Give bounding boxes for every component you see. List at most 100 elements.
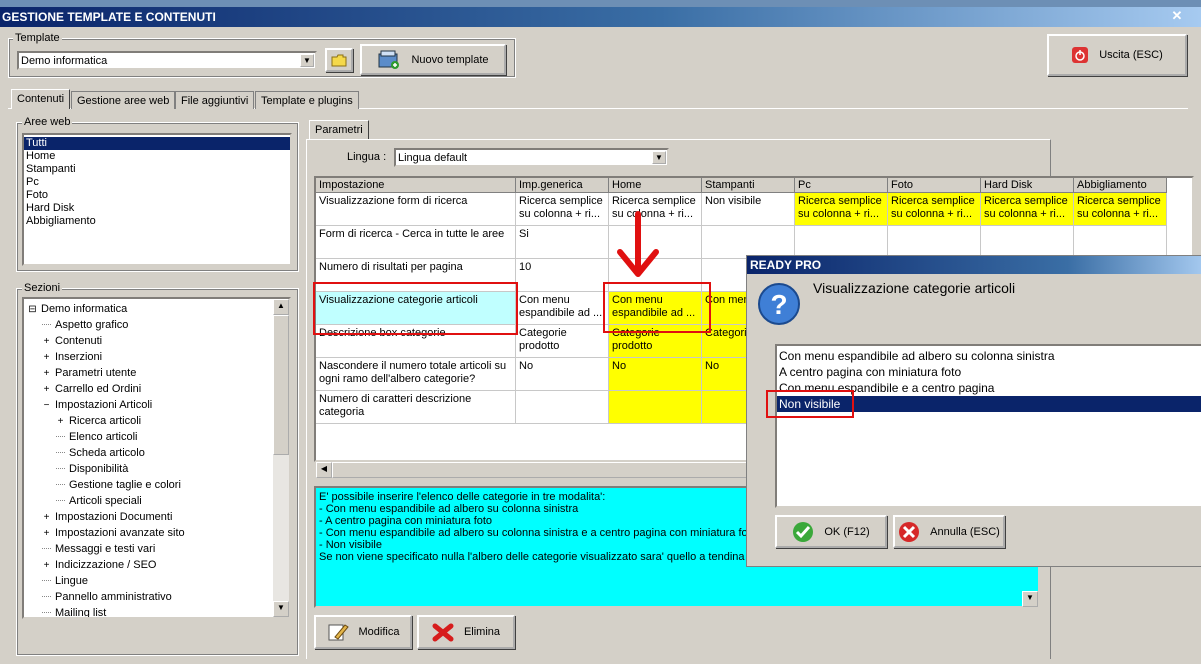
collapse-icon[interactable] xyxy=(56,477,65,485)
collapse-icon[interactable]: − xyxy=(42,398,51,414)
tree-item[interactable]: Articoli speciali xyxy=(56,493,142,509)
new-template-button[interactable]: Nuovo template xyxy=(360,44,506,75)
tab-contenuti[interactable]: Contenuti xyxy=(11,89,71,109)
grid-value-cell[interactable]: Ricerca semplice su colonna + ri... xyxy=(1074,193,1167,226)
column-header[interactable]: Imp.generica xyxy=(516,178,609,193)
expand-icon[interactable]: + xyxy=(42,510,51,526)
tree-item[interactable]: Aspetto grafico xyxy=(42,317,128,333)
dialog-options-list[interactable]: Con menu espandibile ad albero su colonn… xyxy=(775,344,1201,508)
tree-item[interactable]: Scheda articolo xyxy=(56,445,145,461)
grid-value-cell[interactable]: 10 xyxy=(516,259,609,292)
grid-setting-cell[interactable]: Visualizzazione form di ricerca xyxy=(316,193,516,226)
expand-icon[interactable]: + xyxy=(42,526,51,542)
grid-value-cell[interactable]: Categorie prodotto xyxy=(516,325,609,358)
grid-value-cell[interactable]: Con menu espandibile ad ... xyxy=(516,292,609,325)
tree-item[interactable]: + Impostazioni avanzate sito xyxy=(42,525,185,541)
grid-value-cell[interactable]: No xyxy=(609,358,702,391)
collapse-icon[interactable] xyxy=(56,429,65,437)
modifica-button[interactable]: Modifica xyxy=(314,615,412,649)
ok-button[interactable]: OK (F12) xyxy=(775,515,887,548)
grid-setting-cell[interactable]: Numero di caratteri descrizione categori… xyxy=(316,391,516,424)
aree-web-item[interactable]: Hard Disk xyxy=(24,202,290,215)
grid-value-cell[interactable]: Non visibile xyxy=(702,193,795,226)
tree-scrollbar[interactable]: ▲ ▼ xyxy=(273,299,289,617)
expand-icon[interactable]: + xyxy=(42,350,51,366)
tree-item[interactable]: ⊟ Demo informatica xyxy=(28,301,127,317)
chevron-down-icon[interactable]: ▼ xyxy=(300,54,314,67)
tree-item[interactable]: + Carrello ed Ordini xyxy=(42,381,142,398)
grid-value-cell[interactable]: Ricerca semplice su colonna + ri... xyxy=(516,193,609,226)
tree-item[interactable]: + Ricerca articoli xyxy=(56,413,142,430)
grid-value-cell[interactable]: Ricerca semplice su colonna + ri... xyxy=(888,193,981,226)
grid-value-cell[interactable] xyxy=(609,391,702,424)
expand-icon[interactable]: + xyxy=(56,414,65,430)
tab-gestione-aree-web[interactable]: Gestione aree web xyxy=(71,91,176,109)
column-header[interactable]: Pc xyxy=(795,178,888,193)
collapse-icon[interactable] xyxy=(56,461,65,469)
collapse-icon[interactable] xyxy=(42,317,51,325)
cancel-button[interactable]: Annulla (ESC) xyxy=(893,515,1005,548)
column-header[interactable]: Home xyxy=(609,178,702,193)
sezioni-tree[interactable]: ▲ ▼ ⊟ Demo informatica Aspetto grafico + Con… xyxy=(22,297,291,619)
tree-item[interactable]: + Impostazioni Documenti xyxy=(42,509,173,526)
hscroll-thumb[interactable] xyxy=(332,462,752,478)
lingua-select[interactable]: Lingua default ▼ xyxy=(394,148,669,167)
expand-icon[interactable]: + xyxy=(42,334,51,350)
grid-value-cell[interactable]: Si xyxy=(516,226,609,259)
grid-value-cell[interactable]: Ricerca semplice su colonna + ri... xyxy=(981,193,1074,226)
column-header[interactable]: Stampanti xyxy=(702,178,795,193)
exit-button[interactable]: Uscita (ESC) xyxy=(1047,34,1187,76)
tab-template-plugins[interactable]: Template e plugins xyxy=(255,91,359,109)
aree-web-list[interactable]: Tutti Home Stampanti Pc Foto Hard Disk Abbigli… xyxy=(22,133,292,266)
tab-file-aggiuntivi[interactable]: File aggiuntivi xyxy=(175,91,255,109)
aree-web-item[interactable]: Pc xyxy=(24,176,290,189)
template-select[interactable]: Demo informatica ▼ xyxy=(17,51,317,70)
tree-item[interactable]: + Indicizzazione / SEO xyxy=(42,557,157,573)
column-header[interactable]: Hard Disk xyxy=(981,178,1074,193)
tree-item[interactable]: Messaggi e testi vari xyxy=(42,541,155,557)
scroll-left-icon[interactable]: ◀ xyxy=(316,462,332,478)
expand-icon[interactable]: + xyxy=(42,366,51,382)
tree-item[interactable]: Lingue xyxy=(42,573,88,589)
open-folder-button[interactable] xyxy=(325,48,353,72)
tree-item[interactable]: Elenco articoli xyxy=(56,429,137,445)
aree-web-item[interactable]: Abbigliamento xyxy=(24,215,290,228)
collapse-icon[interactable]: ⊟ xyxy=(28,302,37,318)
tree-item[interactable]: Pannello amministrativo xyxy=(42,589,172,605)
description-scroll-down-icon[interactable]: ▼ xyxy=(1022,591,1038,607)
grid-value-cell[interactable] xyxy=(516,391,609,424)
dialog-option[interactable]: Con menu espandibile ad albero su colonn… xyxy=(777,348,1201,364)
collapse-icon[interactable] xyxy=(42,541,51,549)
dialog-option[interactable]: A centro pagina con miniatura foto xyxy=(777,364,1201,380)
tree-item[interactable]: + Inserzioni xyxy=(42,349,103,366)
scroll-up-icon[interactable]: ▲ xyxy=(273,299,289,315)
chevron-down-icon[interactable]: ▼ xyxy=(652,151,666,164)
tree-item[interactable]: + Parametri utente xyxy=(42,365,137,382)
column-header[interactable]: Abbigliamento xyxy=(1074,178,1167,193)
aree-web-item[interactable]: Stampanti xyxy=(24,163,290,176)
grid-setting-cell[interactable]: Form di ricerca - Cerca in tutte le aree xyxy=(316,226,516,259)
elimina-button[interactable]: Elimina xyxy=(417,615,515,649)
aree-web-item[interactable]: Foto xyxy=(24,189,290,202)
tree-item[interactable]: − Impostazioni Articoli xyxy=(42,397,153,414)
expand-icon[interactable]: + xyxy=(42,558,51,574)
collapse-icon[interactable] xyxy=(56,493,65,501)
collapse-icon[interactable] xyxy=(42,573,51,581)
column-header[interactable]: Foto xyxy=(888,178,981,193)
collapse-icon[interactable] xyxy=(42,589,51,597)
tree-item[interactable]: + Contenuti xyxy=(42,333,103,350)
tab-parametri[interactable]: Parametri xyxy=(309,120,369,140)
column-header[interactable]: Impostazione xyxy=(316,178,516,193)
scrollbar-thumb[interactable] xyxy=(273,315,289,455)
tree-item[interactable]: Disponibilità xyxy=(56,461,128,477)
grid-hscrollbar[interactable]: ◀ xyxy=(316,462,756,478)
expand-icon[interactable]: + xyxy=(42,382,51,398)
collapse-icon[interactable] xyxy=(42,605,51,613)
grid-setting-cell[interactable]: Nascondere il numero totale articoli su … xyxy=(316,358,516,391)
aree-web-item[interactable]: Home xyxy=(24,150,290,163)
collapse-icon[interactable] xyxy=(56,445,65,453)
grid-value-cell[interactable]: No xyxy=(516,358,609,391)
window-close-icon[interactable]: ✕ xyxy=(1169,9,1185,23)
aree-web-item[interactable]: Tutti xyxy=(24,137,290,150)
tree-item[interactable]: Mailing list xyxy=(42,605,106,617)
